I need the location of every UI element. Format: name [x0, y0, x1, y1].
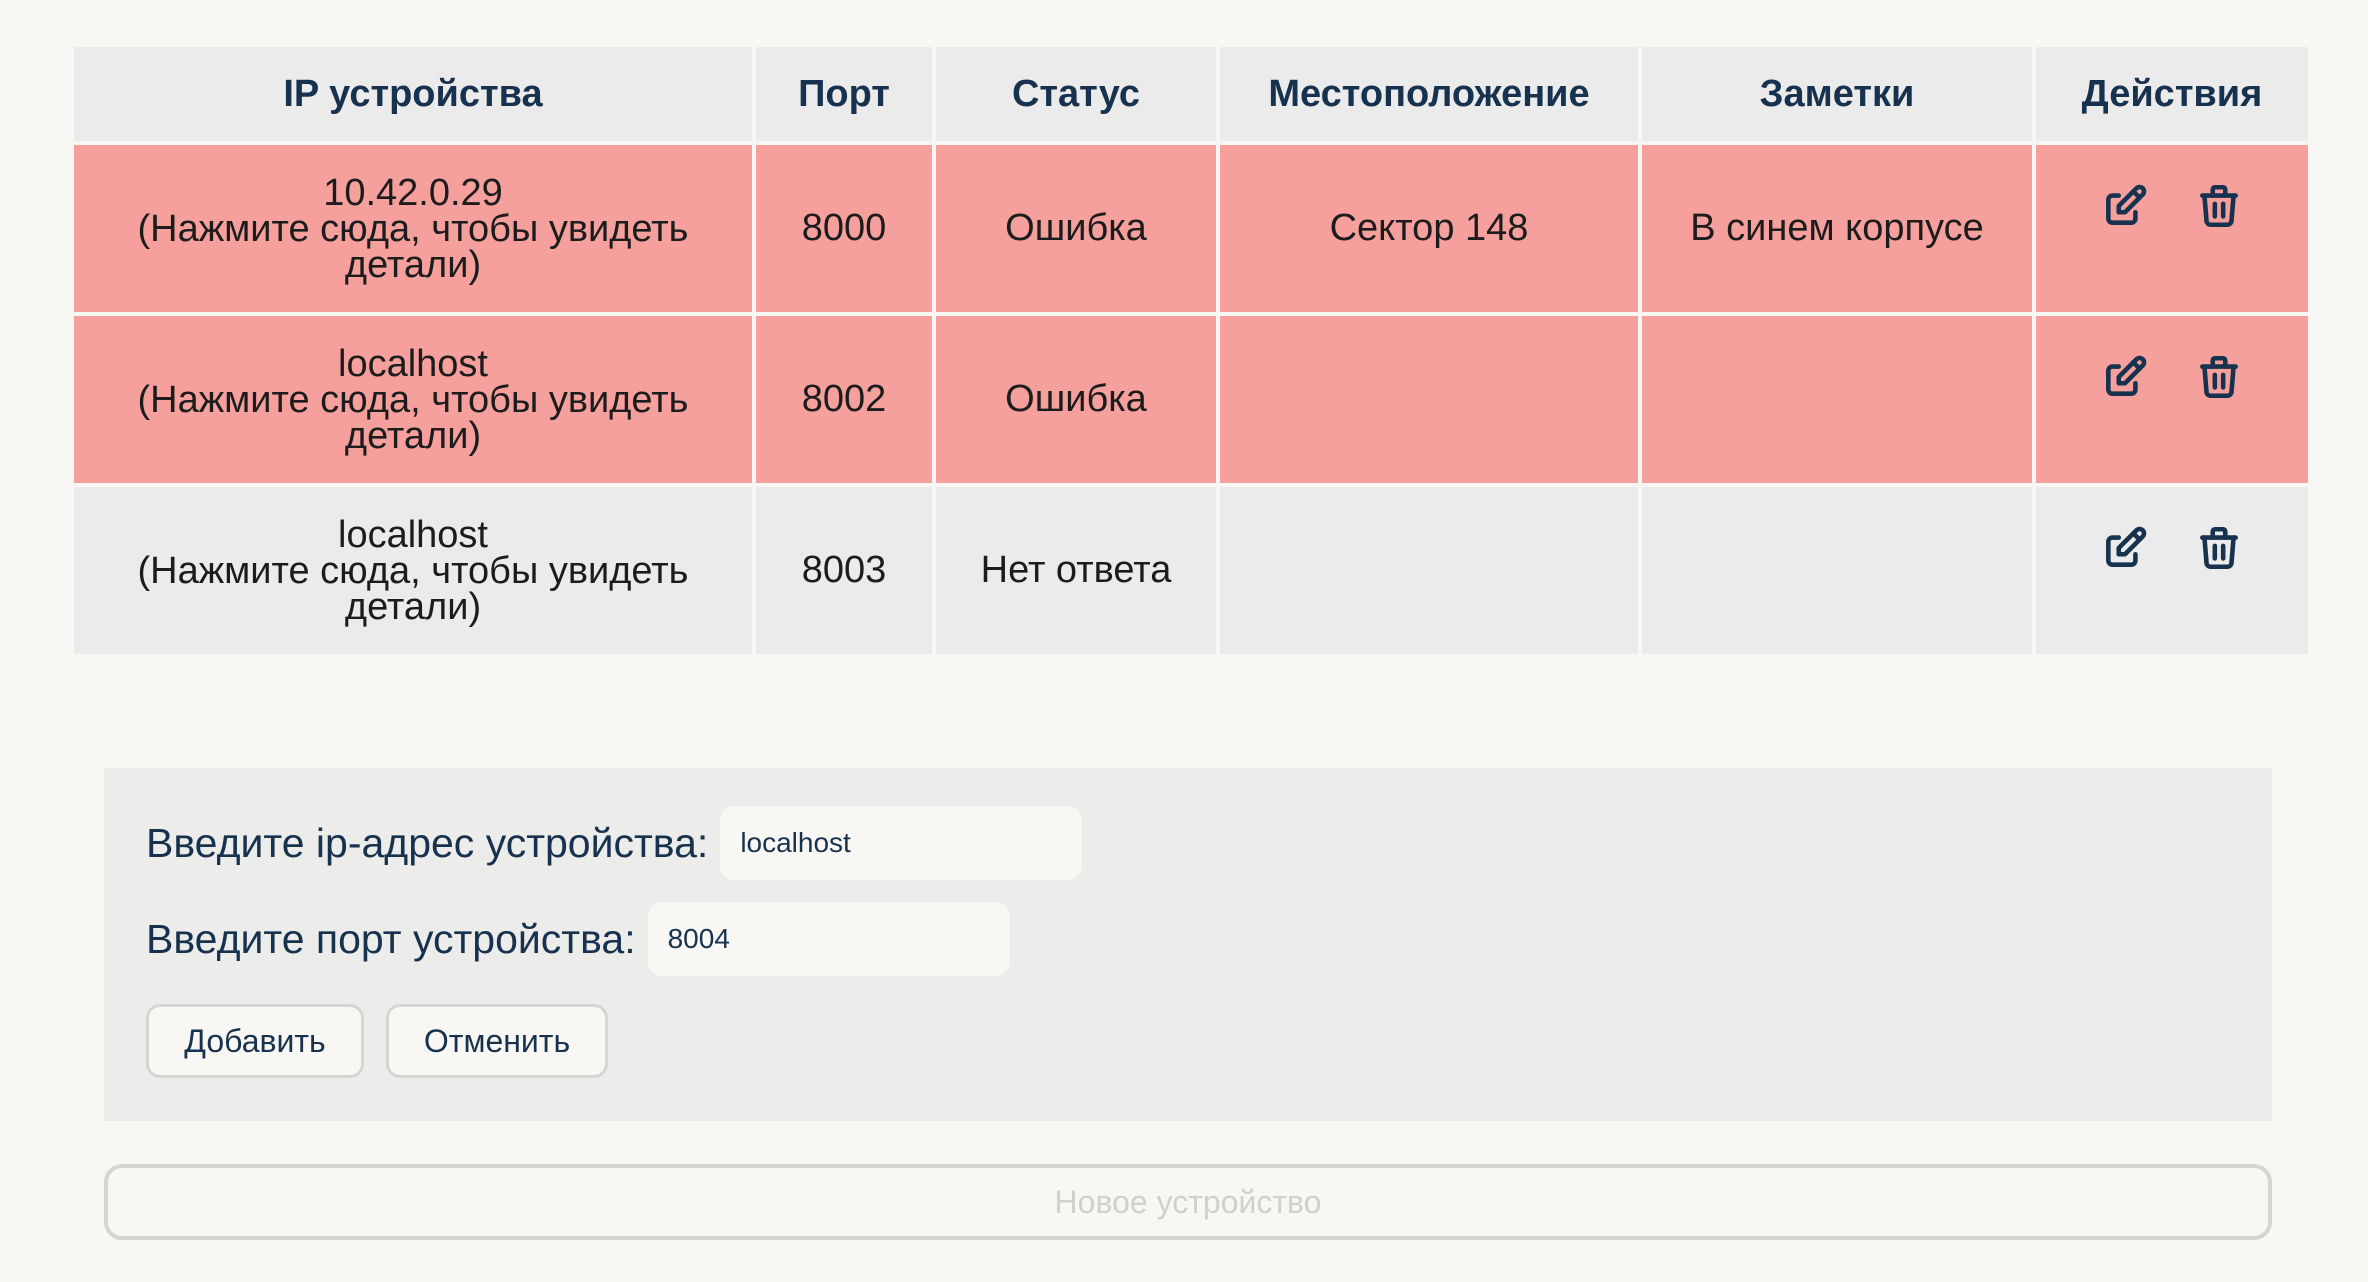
details-hint-cont: детали)	[344, 585, 482, 628]
table-row: localhost (Нажмите сюда, чтобы увидеть д…	[74, 487, 2308, 654]
header-location: Местоположение	[1220, 47, 1638, 141]
device-port: 8000	[756, 145, 932, 312]
port-row: Введите порт устройства:	[146, 902, 1010, 976]
device-status: Ошибка	[936, 316, 1216, 483]
device-ip: localhost	[338, 342, 488, 385]
cancel-button[interactable]: Отменить	[386, 1004, 608, 1078]
header-port: Порт	[756, 47, 932, 141]
device-ip-link[interactable]: 10.42.0.29 (Нажмите сюда, чтобы увидеть …	[74, 145, 752, 312]
device-port: 8002	[756, 316, 932, 483]
ip-row: Введите ip-адрес устройства:	[146, 806, 1083, 880]
table-row: localhost (Нажмите сюда, чтобы увидеть д…	[74, 316, 2308, 483]
edit-icon[interactable]	[2100, 181, 2150, 231]
new-device-button[interactable]: Новое устройство	[104, 1164, 2272, 1240]
add-device-form: Введите ip-адрес устройства: Введите пор…	[104, 768, 2272, 1121]
trash-icon[interactable]	[2194, 181, 2244, 231]
trash-icon[interactable]	[2194, 352, 2244, 402]
ip-label: Введите ip-адрес устройства:	[146, 819, 709, 866]
device-notes	[1642, 487, 2032, 654]
device-notes	[1642, 316, 2032, 483]
table-row: 10.42.0.29 (Нажмите сюда, чтобы увидеть …	[74, 145, 2308, 312]
header-status: Статус	[936, 47, 1216, 141]
details-hint: (Нажмите сюда, чтобы увидеть	[137, 549, 689, 592]
device-notes: В синем корпусе	[1642, 145, 2032, 312]
edit-icon[interactable]	[2100, 352, 2150, 402]
device-port: 8003	[756, 487, 932, 654]
trash-icon[interactable]	[2194, 523, 2244, 573]
device-ip: localhost	[338, 513, 488, 556]
device-location	[1220, 316, 1638, 483]
edit-icon[interactable]	[2100, 523, 2150, 573]
device-actions	[2036, 487, 2308, 654]
device-location: Сектор 148	[1220, 145, 1638, 312]
device-ip-link[interactable]: localhost (Нажмите сюда, чтобы увидеть д…	[74, 487, 752, 654]
add-button[interactable]: Добавить	[146, 1004, 364, 1078]
header-ip: IP устройства	[74, 47, 752, 141]
header-notes: Заметки	[1642, 47, 2032, 141]
ip-input[interactable]	[720, 806, 1083, 880]
header-actions: Действия	[2036, 47, 2308, 141]
device-actions	[2036, 145, 2308, 312]
details-hint: (Нажмите сюда, чтобы увидеть	[137, 207, 689, 250]
device-ip-link[interactable]: localhost (Нажмите сюда, чтобы увидеть д…	[74, 316, 752, 483]
details-hint-cont: детали)	[344, 414, 482, 457]
port-label: Введите порт устройства:	[146, 915, 636, 962]
port-input[interactable]	[647, 902, 1010, 976]
devices-table: IP устройства Порт Статус Местоположение…	[70, 43, 2312, 658]
device-actions	[2036, 316, 2308, 483]
details-hint-cont: детали)	[344, 243, 482, 286]
table-header-row: IP устройства Порт Статус Местоположение…	[74, 47, 2308, 141]
device-location	[1220, 487, 1638, 654]
device-ip: 10.42.0.29	[323, 171, 503, 214]
device-status: Ошибка	[936, 145, 1216, 312]
details-hint: (Нажмите сюда, чтобы увидеть	[137, 378, 689, 421]
device-status: Нет ответа	[936, 487, 1216, 654]
